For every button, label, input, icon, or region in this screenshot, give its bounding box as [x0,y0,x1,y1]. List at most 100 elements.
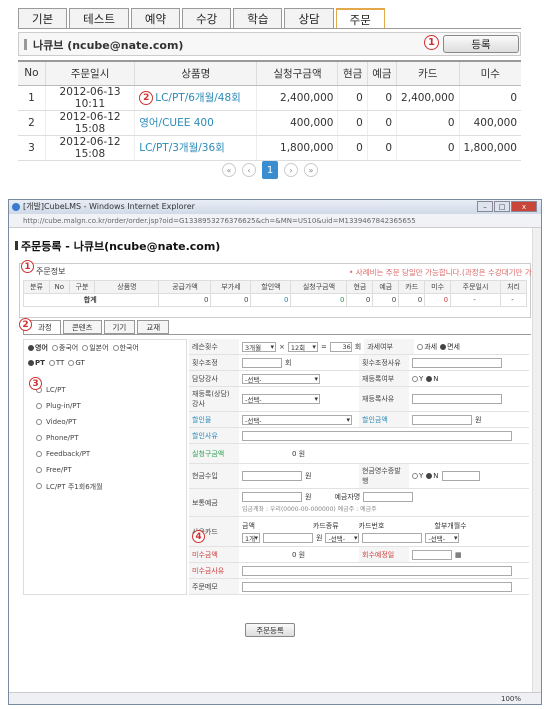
col-deposit: 예금 [366,60,397,86]
radio-korean[interactable]: 한국어 [112,343,139,353]
radio-receipt-yes[interactable]: Y [412,472,423,480]
status-bar: 100% [9,692,541,704]
next-page-icon[interactable]: › [284,163,298,177]
popup-window: [개발]CubeLMS - Windows Internet Explorer … [8,199,542,705]
discount-reason-input[interactable] [242,430,512,441]
total-times-input[interactable]: 36 [329,341,352,352]
product-link[interactable]: LC/PT/3개월/36회 [139,142,225,154]
marker-3: 3 [29,377,42,390]
tab-order[interactable]: 주문 [335,8,385,29]
card-count-select[interactable]: 1개 [242,532,260,543]
tab-basic[interactable]: 기본 [18,8,68,28]
marker-1: 1 [424,35,439,50]
col-card: 카드 [396,60,459,86]
order-form-title: 주문등록 - 나큐브(ncube@nate.com) [21,240,221,253]
col-product: 상품명 [134,60,257,86]
address-bar[interactable]: http://cube.malgn.co.kr/order/order.jsp?… [9,214,541,228]
count-reason-input[interactable] [412,357,502,368]
product-item[interactable]: Free/PT [24,462,186,478]
re-teacher-select[interactable]: -선택- [242,394,320,404]
table-row: 1 2012-06-13 10:11 2 LC/PT/6개월/48회 2,400,… [18,85,521,111]
minimize-button[interactable]: – [477,201,493,212]
product-item[interactable]: LC/PT 주1회6개월 [24,478,186,496]
radio-pt[interactable]: PT [28,359,45,367]
title-bar-icon [15,241,18,250]
col-cash: 현금 [337,60,368,86]
marker-2b: 2 [19,318,32,331]
product-item[interactable]: Feedback/PT [24,446,186,462]
subtab-textbook[interactable]: 교재 [137,320,170,334]
product-item[interactable]: Video/PT [24,414,186,430]
count-adjust-input[interactable] [242,357,282,368]
register-button[interactable]: 등록 [443,35,519,53]
marker-2: 2 [139,91,154,105]
radio-english[interactable]: 영어 [28,343,48,353]
deposit-input[interactable] [242,492,302,502]
card-amount-input[interactable] [263,532,313,543]
calendar-icon[interactable]: ▦ [455,551,462,559]
receipt-number-input[interactable] [441,471,480,481]
product-link[interactable]: LC/PT/6개월/48회 [155,92,241,104]
months-select[interactable]: 3개월 [242,341,276,352]
first-page-icon[interactable]: « [222,163,236,177]
tab-learning[interactable]: 학습 [233,8,283,28]
customer-title: 나큐브 (ncube@nate.com) [33,39,184,52]
window-controls: – □ x [477,201,537,212]
maximize-button[interactable]: □ [494,201,510,212]
radio-reregister-yes[interactable]: Y [412,375,423,383]
prev-page-icon[interactable]: ‹ [242,163,256,177]
submit-order-button[interactable]: 주문등록 [245,623,295,637]
discount-amount-input[interactable] [412,414,472,425]
unpaid-reason-input[interactable] [242,565,512,576]
zoom-level[interactable]: 100% [501,695,521,703]
tab-consult[interactable]: 상담 [284,8,334,28]
cash-input[interactable] [242,471,302,481]
col-date: 주문일시 [44,60,135,86]
orders-table: No 주문일시 상품명 실청구금액 현금 예금 카드 미수 1 2012-06-… [18,60,521,161]
product-item[interactable]: Plug-in/PT [24,398,186,414]
order-form: 레슨횟수 3개월× 12회= 36회 과세여부 과세 면세 횟수조정 회 횟수조… [189,339,529,595]
unpaid-due-input[interactable] [412,549,452,560]
account-info: 입금계좌 : 우리(0000-00-000000) 예금주 : 예금주 [242,506,377,513]
subtab-device[interactable]: 기기 [103,320,136,334]
installment-select[interactable]: -선택- [425,532,460,543]
radio-chinese[interactable]: 중국어 [51,343,78,353]
page-current[interactable]: 1 [262,161,278,179]
product-item[interactable]: Phone/PT [24,430,186,446]
subtab-divider [23,334,531,335]
last-page-icon[interactable]: » [304,163,318,177]
radio-gt[interactable]: GT [68,359,85,367]
radio-tt[interactable]: TT [48,359,64,367]
vertical-scrollbar[interactable] [532,228,541,692]
re-reason-input[interactable] [412,394,502,404]
tab-divider [18,28,521,29]
depositor-input[interactable] [363,492,414,502]
radio-reregister-no[interactable]: N [426,375,439,383]
billed-value: 0 원 [292,449,306,458]
close-button[interactable]: x [511,201,537,212]
unpaid-value: 0 원 [292,550,306,559]
card-type-select[interactable]: -선택- [325,532,360,543]
discount-rate-select[interactable]: -선택- [242,414,352,425]
window-titlebar: [개발]CubeLMS - Windows Internet Explorer [9,200,541,214]
marker-1b: 1 [21,260,34,273]
col-unpaid: 미수 [458,60,521,86]
card-number-input[interactable] [362,532,423,543]
radio-receipt-no[interactable]: N [426,472,439,480]
tab-test[interactable]: 테스트 [69,8,129,28]
radio-tax-free[interactable]: 면세 [440,342,460,352]
subtab-content[interactable]: 콘텐츠 [62,320,102,334]
radio-tax[interactable]: 과세 [417,342,437,352]
col-amount: 실청구금액 [256,60,338,86]
title-bar-icon [24,39,27,50]
teacher-select[interactable]: -선택- [242,373,320,384]
radio-japanese[interactable]: 일본어 [82,343,109,353]
product-link[interactable]: 영어/CUEE 400 [139,117,214,129]
product-selector: 영어 중국어 일본어 한국어 PT TT GT LC/PT Plug-in/PT… [23,339,187,595]
tab-course[interactable]: 수강 [182,8,232,28]
times-select[interactable]: 12회 [287,341,318,352]
memo-input[interactable] [242,581,512,592]
table-row: 3 2012-06-12 15:08 LC/PT/3개월/36회 1,800,0… [18,135,521,161]
tab-reservation[interactable]: 예약 [130,8,181,28]
product-item[interactable]: LC/PT [24,382,186,398]
